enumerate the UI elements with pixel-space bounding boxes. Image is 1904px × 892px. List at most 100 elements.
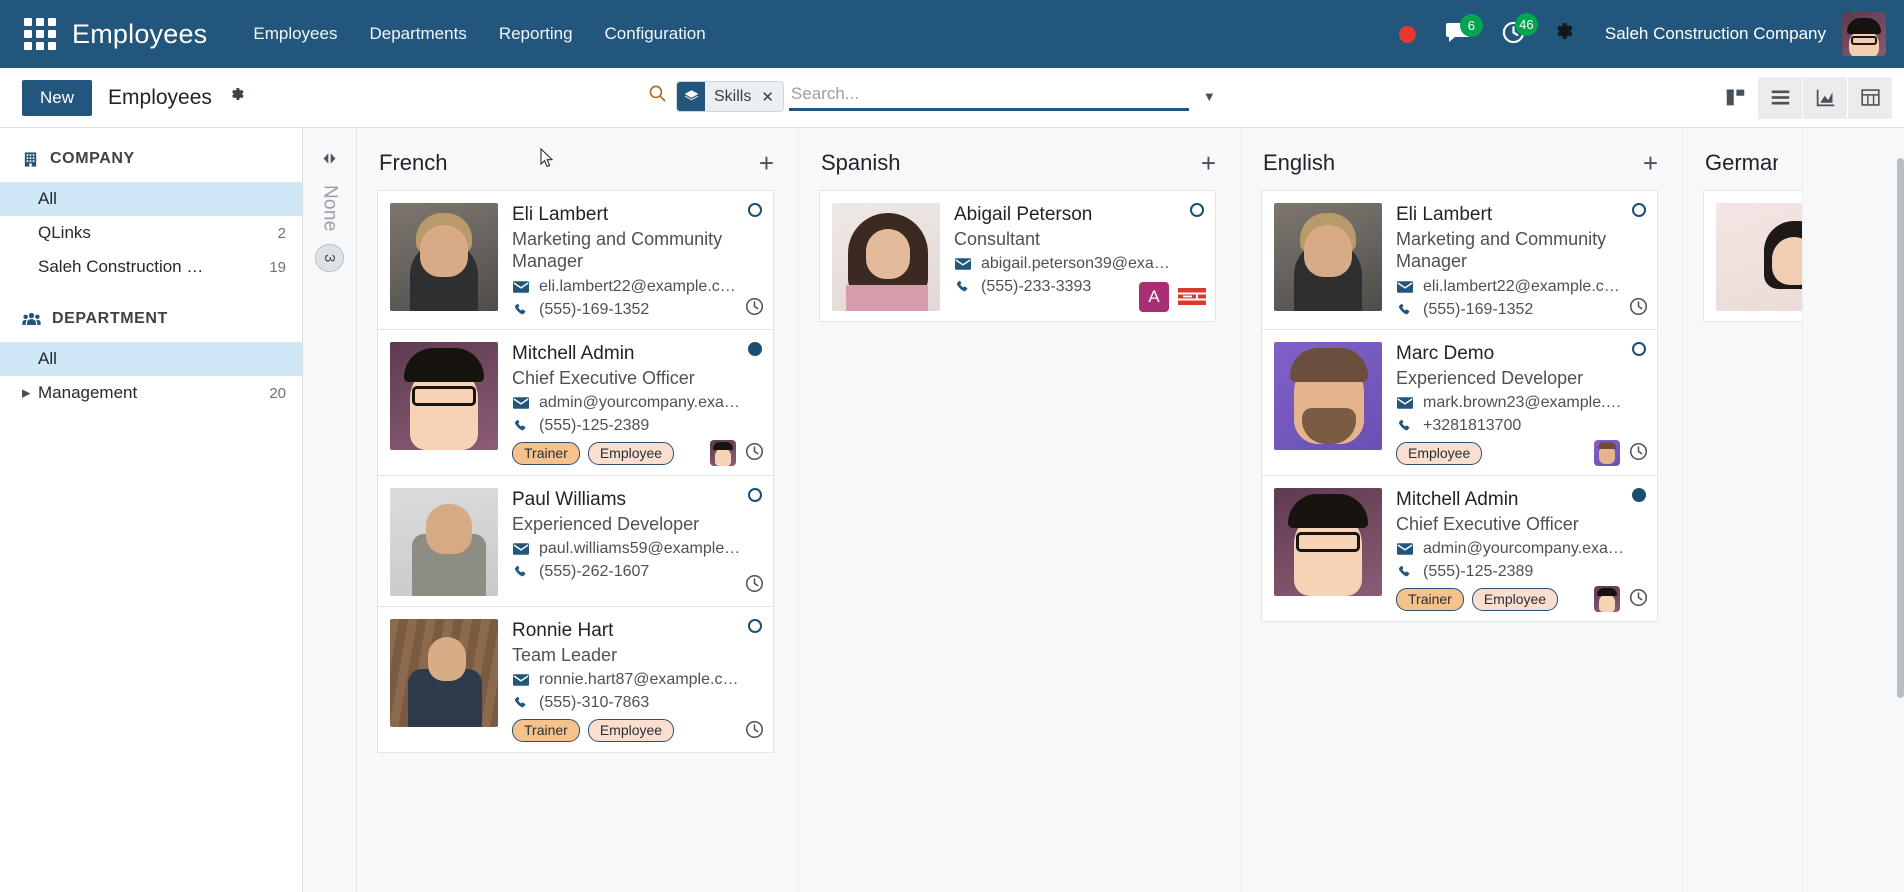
- main-area: COMPANY All QLinks 2 Saleh Construction …: [0, 128, 1904, 892]
- apps-grid-icon[interactable]: [18, 12, 62, 56]
- kanban-column-header: English +: [1241, 128, 1682, 190]
- plus-icon[interactable]: +: [1643, 150, 1658, 176]
- kanban-column-none-collapsed[interactable]: None 3: [303, 128, 357, 892]
- status-badge[interactable]: [1632, 488, 1646, 502]
- new-button[interactable]: New: [22, 79, 93, 116]
- view-list-button[interactable]: [1758, 76, 1802, 119]
- systray-status-dot-icon[interactable]: [1398, 25, 1416, 43]
- sidebar-item-label: QLinks: [38, 223, 91, 242]
- sidebar-item-company-all[interactable]: All: [0, 182, 302, 216]
- tag-employee[interactable]: Employee: [1471, 588, 1559, 612]
- kanban-card[interactable]: Mitchell Admin Chief Executive Officer a…: [377, 328, 774, 475]
- kanban-scrollbar[interactable]: [1897, 128, 1904, 892]
- kanban-card[interactable]: Ronnie Hart Team Leader ronnie.hart87@ex…: [377, 606, 774, 754]
- plus-icon[interactable]: +: [1201, 150, 1216, 176]
- kanban-card[interactable]: Mitchell Admin Chief Executive Officer a…: [1261, 475, 1658, 623]
- app-brand-title[interactable]: Employees: [72, 19, 207, 50]
- employee-photo: [390, 203, 498, 311]
- card-footer-icons: [1629, 297, 1648, 320]
- clock-icon[interactable]: [745, 720, 764, 743]
- clock-icon[interactable]: [1629, 588, 1648, 611]
- kanban-column-body: [1683, 190, 1802, 322]
- control-panel: New Employees Skills ✕ ▼: [0, 68, 1904, 128]
- clock-icon[interactable]: [745, 574, 764, 597]
- people-icon: [22, 311, 41, 328]
- status-badge[interactable]: [1632, 341, 1646, 356]
- tag-trainer[interactable]: Trainer: [1396, 588, 1464, 612]
- employee-job-title: Team Leader: [512, 644, 618, 665]
- view-gear-icon[interactable]: [229, 87, 245, 106]
- tag-trainer[interactable]: Trainer: [512, 719, 580, 743]
- employee-phone: +3281813700: [1423, 417, 1522, 434]
- kanban-card[interactable]: Marc Demo Experienced Developer mark.bro…: [1261, 328, 1658, 475]
- manager-avatar[interactable]: [1594, 440, 1620, 466]
- sidebar-item-department-management[interactable]: ▶ Management 20: [0, 376, 302, 410]
- employee-email: eli.lambert22@example.com: [539, 277, 741, 295]
- plus-icon[interactable]: +: [759, 150, 774, 176]
- sidebar-item-company-saleh[interactable]: Saleh Construction … 19: [0, 250, 302, 284]
- sidebar-item-count: 2: [277, 224, 286, 242]
- employee-name: Marc Demo: [1396, 342, 1495, 364]
- status-badge[interactable]: [748, 203, 762, 217]
- manager-initial-avatar[interactable]: A: [1139, 282, 1169, 312]
- envelope-icon: [512, 543, 529, 556]
- employee-photo: [390, 341, 498, 450]
- kanban-column-header: German: [1683, 128, 1802, 190]
- search-facet-skills[interactable]: Skills ✕: [677, 82, 783, 111]
- manager-avatar[interactable]: [710, 440, 736, 466]
- clock-icon[interactable]: [745, 297, 764, 320]
- menu-employees[interactable]: Employees: [237, 14, 353, 54]
- kanban-card[interactable]: Eli Lambert Marketing and Community Mana…: [1261, 190, 1658, 329]
- activities-button[interactable]: 46: [1486, 12, 1541, 48]
- sidebar-item-department-all[interactable]: All: [0, 342, 302, 376]
- tag-employee[interactable]: Employee: [1396, 442, 1483, 465]
- tag-employee[interactable]: Employee: [587, 719, 675, 743]
- expand-columns-icon[interactable]: [321, 152, 338, 169]
- status-badge[interactable]: [748, 341, 762, 356]
- status-badge[interactable]: [1632, 203, 1646, 217]
- status-badge[interactable]: [748, 619, 762, 633]
- scrollbar-thumb[interactable]: [1897, 158, 1904, 698]
- clock-icon[interactable]: [1629, 442, 1648, 465]
- sidebar-item-label: Management: [38, 383, 138, 402]
- employee-tags: Trainer Employee: [512, 442, 741, 465]
- status-badge[interactable]: [1190, 203, 1204, 217]
- employee-email-row: admin@yourcompany.example....: [512, 394, 741, 412]
- employee-name: Paul Williams: [512, 489, 627, 510]
- phone-icon: [1396, 565, 1413, 579]
- activity-list-icon[interactable]: [1178, 287, 1206, 307]
- kanban-card[interactable]: Abigail Peterson Consultant abigail.pete…: [819, 190, 1216, 322]
- kanban-card[interactable]: Paul Williams Experienced Developer paul…: [377, 475, 774, 606]
- settings-gear-icon[interactable]: [1541, 20, 1591, 48]
- chevron-down-icon[interactable]: ▼: [1203, 89, 1216, 104]
- employee-email: ronnie.hart87@example.com: [539, 671, 741, 689]
- kanban-card[interactable]: Eli Lambert Marketing and Community Mana…: [377, 190, 774, 329]
- phone-icon: [512, 565, 529, 579]
- menu-departments[interactable]: Departments: [353, 14, 482, 54]
- search-input-wrapper[interactable]: [788, 82, 1189, 111]
- tag-trainer[interactable]: Trainer: [512, 442, 580, 465]
- active-company-name[interactable]: Saleh Construction Company: [1591, 24, 1840, 44]
- messages-button[interactable]: 6: [1430, 13, 1486, 47]
- view-graph-button[interactable]: [1803, 76, 1847, 119]
- view-pivot-button[interactable]: [1848, 76, 1892, 119]
- status-badge[interactable]: [748, 488, 762, 502]
- menu-configuration[interactable]: Configuration: [589, 14, 722, 54]
- employee-phone: (555)-169-1352: [1423, 300, 1534, 318]
- employee-email-row: mark.brown23@example.com: [1396, 394, 1625, 412]
- view-kanban-button[interactable]: [1713, 76, 1757, 119]
- user-avatar[interactable]: [1842, 12, 1886, 56]
- employee-email-row: eli.lambert22@example.com: [1396, 278, 1625, 296]
- close-icon[interactable]: ✕: [758, 82, 783, 111]
- manager-avatar[interactable]: [1594, 586, 1620, 613]
- chevron-right-icon[interactable]: ▶: [22, 387, 30, 400]
- search-input[interactable]: [788, 83, 1189, 107]
- employee-email-row: abigail.peterson39@example.c...: [954, 255, 1183, 273]
- kanban-column-header: French +: [357, 128, 798, 190]
- clock-icon[interactable]: [1629, 297, 1648, 320]
- tag-employee[interactable]: Employee: [587, 442, 675, 465]
- sidebar-item-company-qlinks[interactable]: QLinks 2: [0, 216, 302, 250]
- kanban-card[interactable]: [1703, 190, 1802, 322]
- menu-reporting[interactable]: Reporting: [483, 14, 589, 54]
- clock-icon[interactable]: [745, 442, 764, 465]
